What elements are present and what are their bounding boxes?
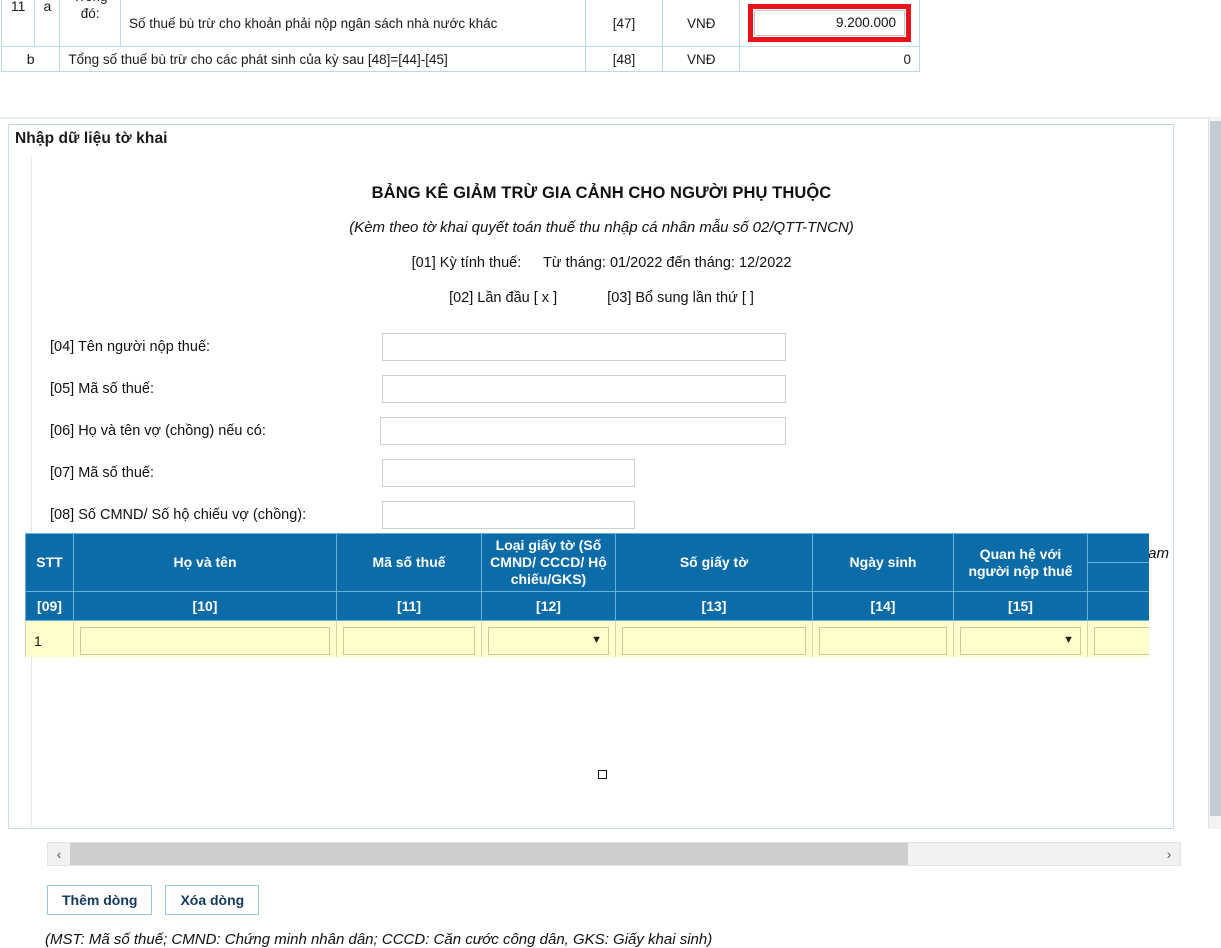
cell-period-from: [1087, 620, 1149, 657]
header-document-type: Loại giấy tờ (Số CMND/ CCCD/ Hộ chiếu/GK…: [481, 533, 616, 593]
declaration-entry-panel: Nhập dữ liệu tờ khai BẢNG KÊ GIẢM TRỪ GI…: [8, 124, 1181, 948]
page-scrollbar-thumb[interactable]: [1210, 121, 1221, 816]
dependent-tax-code-input[interactable]: [343, 626, 475, 655]
header-period-group: Th: [1087, 533, 1149, 564]
code-11: [11]: [336, 591, 482, 622]
abbreviation-legend: (MST: Mã số thuế; CMND: Chứng minh nhân …: [45, 931, 713, 948]
highlight-box: 9.200.000: [748, 4, 911, 42]
code-10: [10]: [73, 591, 337, 622]
header-tax-code: Mã số thuế: [336, 533, 482, 593]
page-vertical-scrollbar[interactable]: [1208, 118, 1221, 829]
spouse-id-number-input[interactable]: [382, 501, 635, 529]
relationship-select[interactable]: [960, 626, 1081, 655]
scrollbar-track[interactable]: [70, 843, 1158, 865]
code-12: [12]: [481, 591, 616, 622]
dependent-document-number-input[interactable]: [622, 626, 806, 655]
label-taxpayer-name: [04] Tên người nộp thuế:: [50, 339, 211, 355]
code-15: [15]: [953, 591, 1088, 622]
add-row-button[interactable]: Thêm dòng: [47, 885, 153, 915]
header-date-of-birth: Ngày sinh: [812, 533, 954, 593]
dependent-dob-input[interactable]: [819, 626, 947, 655]
taxpayer-name-input[interactable]: [382, 333, 786, 361]
header-period-from: T: [1087, 562, 1149, 593]
cell-relationship: ▼: [953, 620, 1088, 657]
row-47-value-cell: 9.200.000: [739, 0, 920, 47]
row-47-code: [47]: [584, 0, 664, 47]
row-48-value[interactable]: 0: [739, 46, 920, 72]
grid-code-row: [09] [10] [11] [12] [13] [14] [15]: [25, 591, 1149, 622]
cell-full-name: [73, 620, 337, 657]
table-row: b Tổng số thuế bù trừ cho các phát sinh …: [0, 46, 920, 72]
dependent-name-input[interactable]: [80, 626, 330, 655]
header-stt: STT: [25, 533, 74, 593]
table-row: 1 ▼ ▼: [25, 620, 1149, 657]
declaration-type-line: [02] Lần đầu [ x ] [03] Bổ sung lần thứ …: [32, 290, 1171, 306]
row-letter-a: a: [34, 0, 61, 47]
spouse-name-input[interactable]: [380, 417, 786, 445]
row-letter-b: b: [0, 46, 61, 72]
tax-period-value: Từ tháng: 01/2022 đến tháng: 12/2022: [543, 255, 792, 271]
code-09: [09]: [25, 591, 74, 622]
dependents-grid-scroll-area: STT Họ và tên Mã số thuế Loại giấy tờ (S…: [25, 533, 1149, 657]
header-document-number: Số giấy tờ: [615, 533, 813, 593]
grid-horizontal-scrollbar[interactable]: ‹ ›: [47, 842, 1181, 866]
grid-header-row: STT Họ và tên Mã số thuế Loại giấy tờ (S…: [25, 533, 1149, 593]
section-divider: [0, 117, 1221, 119]
scroll-left-arrow-icon[interactable]: ‹: [48, 843, 70, 865]
header-relationship: Quan hệ với người nộp thuế: [953, 533, 1088, 593]
row-stt: 1: [25, 620, 74, 657]
declaration-form-body: BẢNG KÊ GIẢM TRỪ GIA CẢNH CHO NGƯỜI PHỤ …: [31, 157, 1171, 827]
panel-title: Nhập dữ liệu tờ khai: [15, 130, 168, 147]
header-full-name: Họ và tên: [73, 533, 337, 593]
document-type-select-wrap: ▼: [488, 626, 609, 655]
row-48-code: [48]: [584, 46, 664, 72]
relationship-select-wrap: ▼: [960, 626, 1081, 655]
row-47-description: Số thuế bù trừ cho khoản phải nộp ngân s…: [119, 0, 586, 47]
field-row-04: [04] Tên người nộp thuế:: [50, 330, 1171, 364]
label-tax-code: [05] Mã số thuế:: [50, 381, 154, 397]
dependent-period-input[interactable]: [1094, 626, 1149, 655]
table-row: Số thuế bù trừ cho khoản phải nộp ngân s…: [2, 0, 920, 47]
code-13: [13]: [615, 591, 813, 622]
taxpayer-fields: [04] Tên người nộp thuế: [05] Mã số thuế…: [32, 330, 1171, 532]
delete-row-button[interactable]: Xóa dòng: [165, 885, 260, 915]
amendment-checkbox-label[interactable]: [03] Bổ sung lần thứ [ ]: [607, 290, 754, 306]
field-row-07: [07] Mã số thuế:: [50, 456, 1171, 490]
grid-action-buttons: Thêm dòng Xóa dòng: [47, 885, 260, 915]
cell-document-number: [615, 620, 813, 657]
field-row-05: [05] Mã số thuế:: [50, 372, 1171, 406]
trong-do-cell: Trong đó:: [59, 0, 121, 47]
cell-date-of-birth: [812, 620, 954, 657]
document-subtitle: (Kèm theo tờ khai quyết toán thuế thu nh…: [349, 219, 854, 236]
tax-period-label: [01] Kỳ tính thuế:: [411, 255, 522, 271]
row-47-value[interactable]: 9.200.000: [754, 10, 905, 36]
tax-summary-table: 11 a Trong đó: Số thuế hoàn trả cho ngườ…: [0, 0, 920, 72]
dependents-grid: STT Họ và tên Mã số thuế Loại giấy tờ (S…: [25, 533, 1149, 657]
row-47-unit: VNĐ: [662, 0, 741, 47]
label-spouse-name: [06] Họ và tên vợ (chồng) nếu có:: [50, 423, 266, 439]
row-48-unit: VNĐ: [662, 46, 741, 72]
cell-document-type: ▼: [481, 620, 616, 657]
tax-code-input[interactable]: [382, 375, 786, 403]
row-index-cell: 11: [0, 0, 36, 47]
spouse-tax-code-input[interactable]: [382, 459, 635, 487]
column-resize-handle[interactable]: [598, 770, 607, 779]
document-type-select[interactable]: [488, 626, 609, 655]
scrollbar-thumb[interactable]: [70, 843, 908, 865]
scroll-right-arrow-icon[interactable]: ›: [1158, 843, 1180, 865]
first-time-checkbox-label[interactable]: [02] Lần đầu [ x ]: [449, 290, 557, 306]
top-tax-table-region: 11 a Trong đó: Số thuế hoàn trả cho ngườ…: [0, 0, 1221, 119]
code-extra: [1087, 591, 1149, 622]
label-spouse-id-number: [08] Số CMND/ Số hộ chiếu vợ (chồng):: [50, 507, 307, 523]
tax-period-line: [01] Kỳ tính thuế: Từ tháng: 01/2022 đến…: [32, 255, 1171, 271]
field-row-06: [06] Họ và tên vợ (chồng) nếu có:: [50, 414, 1171, 448]
code-14: [14]: [812, 591, 954, 622]
row-48-description: Tổng số thuế bù trừ cho các phát sinh củ…: [59, 46, 586, 72]
field-row-08: [08] Số CMND/ Số hộ chiếu vợ (chồng):: [50, 498, 1171, 532]
label-spouse-tax-code: [07] Mã số thuế:: [50, 465, 154, 481]
cell-tax-code: [336, 620, 482, 657]
document-title: BẢNG KÊ GIẢM TRỪ GIA CẢNH CHO NGƯỜI PHỤ …: [371, 184, 832, 202]
